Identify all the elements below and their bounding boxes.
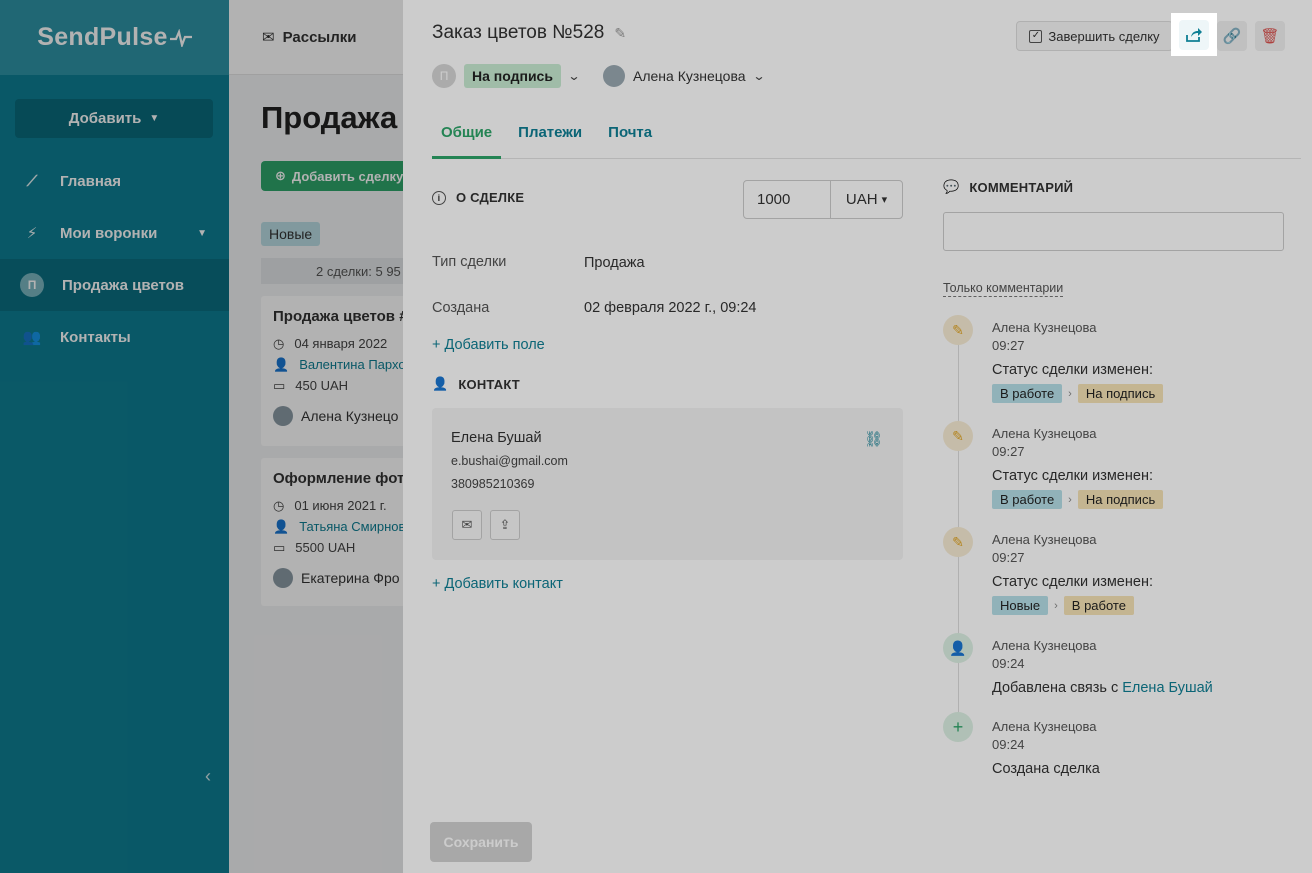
event-author: Алена Кузнецова bbox=[992, 719, 1097, 734]
amount-field: 1000 UAH ▾ bbox=[743, 180, 903, 219]
pencil-icon: ✎ bbox=[943, 527, 973, 557]
field-value-type[interactable]: Продажа bbox=[584, 255, 645, 271]
share-icon: ⇪ bbox=[499, 517, 511, 532]
edit-title-icon[interactable]: ✎ bbox=[614, 25, 626, 42]
event-text: Статус сделки изменен: bbox=[992, 574, 1153, 590]
contact-name[interactable]: Елена Бушай bbox=[451, 430, 542, 446]
status-from-badge: В работе bbox=[992, 490, 1063, 509]
event-badges: Новые › В работе bbox=[992, 596, 1134, 615]
comment-input[interactable] bbox=[943, 212, 1284, 251]
unlink-icon[interactable]: ⛓ bbox=[864, 430, 883, 448]
save-button[interactable]: Сохранить bbox=[430, 822, 532, 862]
field-label-created: Создана bbox=[432, 300, 490, 316]
owner-name[interactable]: Алена Кузнецова bbox=[633, 68, 746, 84]
contact-card: Елена Бушай e.bushai@gmail.com 380985210… bbox=[432, 408, 903, 560]
status-avatar: П bbox=[432, 64, 456, 88]
link-icon: 🔗 bbox=[1222, 28, 1242, 45]
field-value-created: 02 февраля 2022 г., 09:24 bbox=[584, 300, 757, 316]
event-badges: В работе › На подпись bbox=[992, 490, 1164, 509]
envelope-icon: ✉ bbox=[461, 517, 473, 532]
about-deal-header: i О СДЕЛКЕ bbox=[432, 190, 524, 205]
field-label-type: Тип сделки bbox=[432, 254, 507, 270]
only-comments-filter[interactable]: Только комментарии bbox=[943, 281, 1064, 297]
event-text: Добавлена связь с Елена Бушай bbox=[992, 680, 1213, 696]
comment-title: КОММЕНТАРИЙ bbox=[969, 179, 1074, 195]
chevron-right-icon: › bbox=[1054, 599, 1058, 612]
checkbox-icon: ✓ bbox=[1029, 29, 1043, 43]
deal-panel: Заказ цветов №528 ✎ П На подпись ⌄ Алена… bbox=[403, 0, 1312, 873]
deal-title: Заказ цветов №528 bbox=[432, 22, 605, 43]
contact-link[interactable]: Елена Бушай bbox=[1122, 680, 1213, 696]
deal-title-row: Заказ цветов №528 ✎ bbox=[432, 22, 626, 44]
about-deal-title: О СДЕЛКЕ bbox=[456, 190, 525, 205]
tab-mail[interactable]: Почта bbox=[599, 120, 661, 159]
status-to-badge: В работе bbox=[1063, 596, 1134, 615]
event-time: 09:24 bbox=[992, 737, 1025, 752]
chevron-down-icon[interactable]: ⌄ bbox=[567, 69, 580, 83]
copy-link-button[interactable]: 🔗 bbox=[1217, 21, 1247, 51]
add-contact-link[interactable]: + Добавить контакт bbox=[432, 576, 563, 592]
status-badge[interactable]: На подпись bbox=[464, 64, 561, 88]
avatar bbox=[603, 65, 626, 87]
chevron-right-icon: › bbox=[1068, 387, 1072, 400]
status-from-badge: Новые bbox=[992, 596, 1049, 615]
chevron-right-icon: › bbox=[1068, 493, 1072, 506]
event-author: Алена Кузнецова bbox=[992, 320, 1097, 335]
event-author: Алена Кузнецова bbox=[992, 426, 1097, 441]
event-text: Статус сделки изменен: bbox=[992, 362, 1153, 378]
event-text: Создана сделка bbox=[992, 761, 1100, 777]
event-author: Алена Кузнецова bbox=[992, 532, 1097, 547]
contact-phone: 380985210369 bbox=[451, 477, 535, 491]
user-icon: 👤 bbox=[432, 376, 449, 391]
contact-title: КОНТАКТ bbox=[458, 376, 520, 392]
event-time: 09:27 bbox=[992, 550, 1025, 565]
info-icon: i bbox=[432, 190, 446, 205]
event-badges: В работе › На подпись bbox=[992, 384, 1164, 403]
comment-icon: 💬 bbox=[943, 179, 960, 194]
tab-payments[interactable]: Платежи bbox=[509, 120, 591, 159]
event-time: 09:24 bbox=[992, 656, 1025, 671]
status-to-badge: На подпись bbox=[1077, 490, 1164, 509]
share-contact-button[interactable]: ⇪ bbox=[490, 510, 520, 540]
plus-icon: + bbox=[943, 712, 973, 742]
event-time: 09:27 bbox=[992, 444, 1025, 459]
status-to-badge: На подпись bbox=[1077, 384, 1164, 403]
currency-select[interactable]: UAH ▾ bbox=[831, 181, 902, 218]
add-user-icon: 👤 bbox=[943, 633, 973, 663]
event-text-prefix: Добавлена связь с bbox=[992, 680, 1123, 696]
status-from-badge: В работе bbox=[992, 384, 1063, 403]
trash-icon: 🗑 bbox=[1260, 28, 1280, 45]
tab-general[interactable]: Общие bbox=[432, 120, 502, 159]
contact-header: 👤 КОНТАКТ bbox=[432, 376, 520, 392]
status-row: П На подпись ⌄ Алена Кузнецова ⌄ bbox=[432, 64, 780, 88]
currency-value: UAH bbox=[845, 191, 878, 208]
add-field-link[interactable]: + Добавить поле bbox=[432, 337, 545, 353]
finish-deal-label: Завершить сделку bbox=[1048, 28, 1160, 44]
delete-button[interactable]: 🗑 bbox=[1255, 21, 1285, 51]
share-icon bbox=[1179, 19, 1209, 50]
pencil-icon: ✎ bbox=[943, 421, 973, 451]
chevron-down-icon: ▾ bbox=[881, 194, 888, 206]
event-author: Алена Кузнецова bbox=[992, 638, 1097, 653]
pencil-icon: ✎ bbox=[943, 315, 973, 345]
comment-header: 💬 КОММЕНТАРИЙ bbox=[943, 179, 1073, 195]
share-deal-button[interactable] bbox=[1171, 13, 1217, 56]
tabs: Общие Платежи Почта bbox=[432, 120, 1301, 159]
send-email-button[interactable]: ✉ bbox=[452, 510, 482, 540]
event-time: 09:27 bbox=[992, 338, 1025, 353]
event-text: Статус сделки изменен: bbox=[992, 468, 1153, 484]
finish-deal-button[interactable]: ✓ Завершить сделку bbox=[1016, 21, 1173, 51]
chevron-down-icon[interactable]: ⌄ bbox=[752, 69, 765, 83]
contact-email: e.bushai@gmail.com bbox=[451, 454, 568, 468]
amount-input[interactable]: 1000 bbox=[744, 181, 831, 218]
